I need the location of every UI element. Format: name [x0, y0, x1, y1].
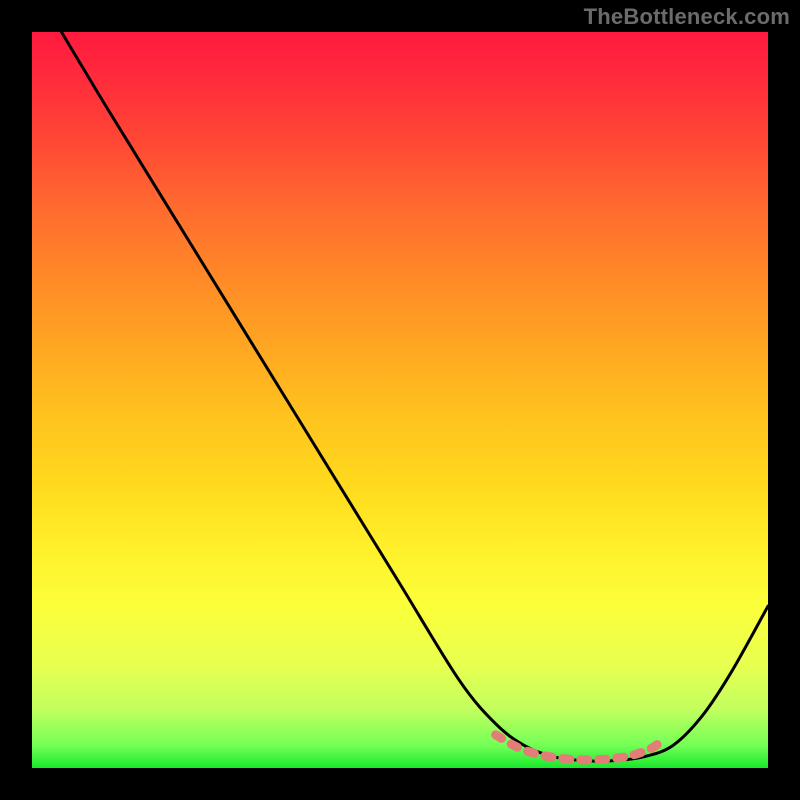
curve-svg: [32, 32, 768, 768]
optimal-zone-curve: [496, 735, 665, 760]
watermark-text: TheBottleneck.com: [584, 4, 790, 30]
chart-frame: TheBottleneck.com: [0, 0, 800, 800]
bottleneck-curve: [61, 32, 768, 761]
plot-area: [32, 32, 768, 768]
